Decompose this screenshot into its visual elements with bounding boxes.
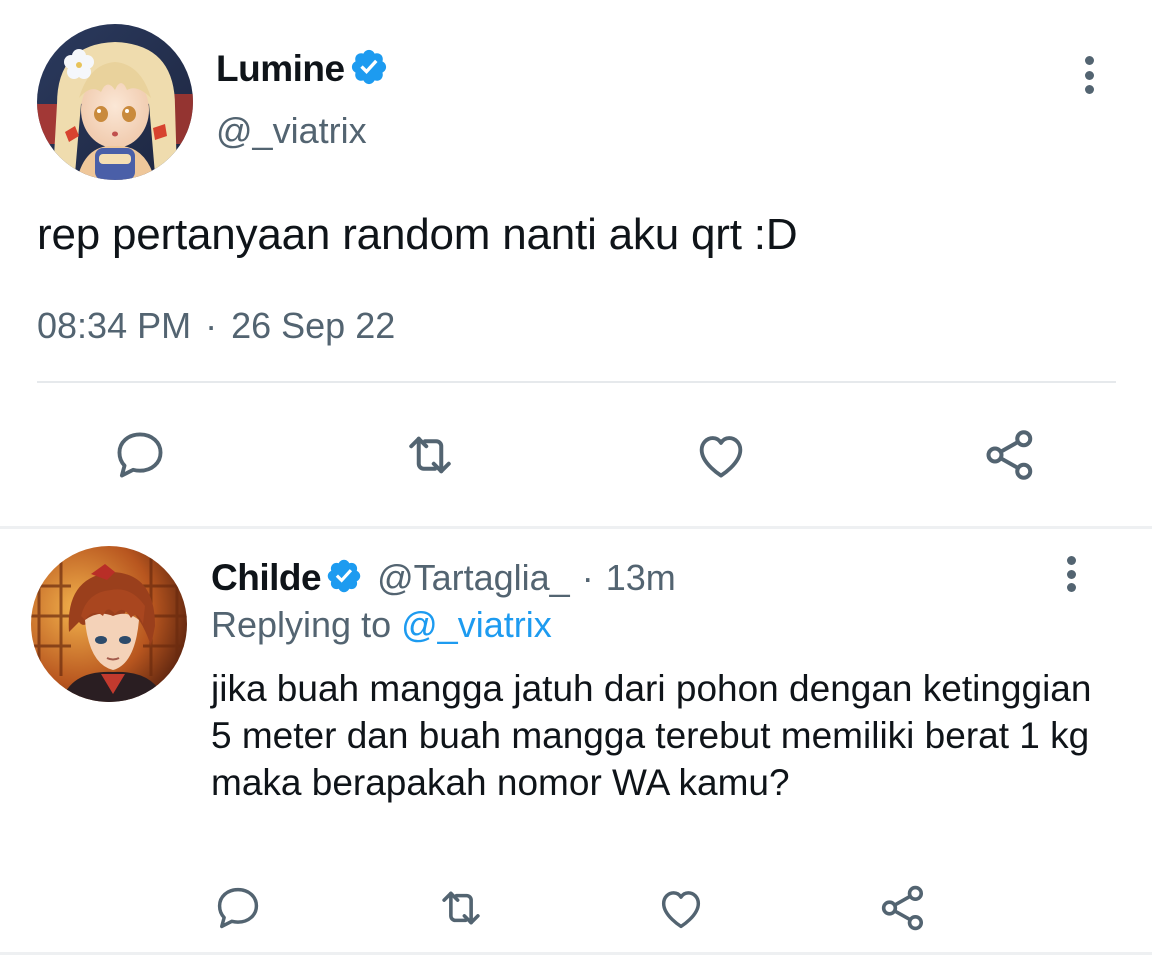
- retweet-icon[interactable]: [431, 878, 491, 938]
- meta-separator: ·: [205, 305, 218, 346]
- bottom-divider: [0, 952, 1152, 955]
- reply-icon[interactable]: [208, 878, 268, 938]
- like-icon[interactable]: [651, 878, 711, 938]
- divider: [37, 381, 1116, 383]
- section-divider: [0, 526, 1152, 529]
- reply-header: Childe @Tartaglia_ · 13m: [211, 553, 676, 603]
- replying-to-handle-link[interactable]: @_viatrix: [401, 604, 552, 645]
- verified-badge-icon: [325, 557, 363, 600]
- share-icon[interactable]: [980, 425, 1040, 485]
- author-name[interactable]: Lumine: [216, 48, 345, 90]
- avatar-lumine-image: [37, 24, 193, 180]
- reply-action-bar: [0, 878, 1152, 934]
- author-name-row: Lumine: [216, 44, 389, 94]
- tweet-date: 26 Sep 22: [231, 305, 396, 346]
- reply-author-name[interactable]: Childe: [211, 557, 322, 599]
- replying-to-label: Replying to: [211, 604, 392, 645]
- verified-badge-icon: [349, 47, 389, 92]
- retweet-icon[interactable]: [400, 425, 460, 485]
- reply-time-ago[interactable]: 13m: [606, 557, 676, 599]
- tweet-timestamp[interactable]: 08:34 PM · 26 Sep 22: [37, 305, 395, 347]
- avatar-childe-image: [31, 546, 187, 702]
- tweet-detail-page: Lumine @_viatrix rep pertanyaan random n…: [0, 0, 1152, 957]
- like-icon[interactable]: [691, 425, 751, 485]
- reply-text: jika buah mangga jatuh dari pohon dengan…: [211, 668, 1092, 803]
- main-tweet: Lumine @_viatrix rep pertanyaan random n…: [0, 0, 1152, 526]
- tweet-action-bar: [0, 425, 1152, 485]
- replying-to: Replying to @_viatrix: [211, 604, 552, 646]
- more-options-icon[interactable]: [1051, 556, 1091, 592]
- tweet-text: rep pertanyaan random nanti aku qrt :D: [37, 210, 798, 259]
- meta-separator: ·: [581, 557, 594, 598]
- reply-author-handle[interactable]: @Tartaglia_: [377, 557, 570, 599]
- author-handle[interactable]: @_viatrix: [216, 110, 367, 152]
- avatar-lumine[interactable]: [37, 24, 193, 180]
- reply-icon[interactable]: [110, 425, 170, 485]
- share-icon[interactable]: [873, 878, 933, 938]
- tweet-time: 08:34 PM: [37, 305, 192, 346]
- more-options-icon[interactable]: [1069, 56, 1109, 94]
- avatar-childe[interactable]: [31, 546, 187, 702]
